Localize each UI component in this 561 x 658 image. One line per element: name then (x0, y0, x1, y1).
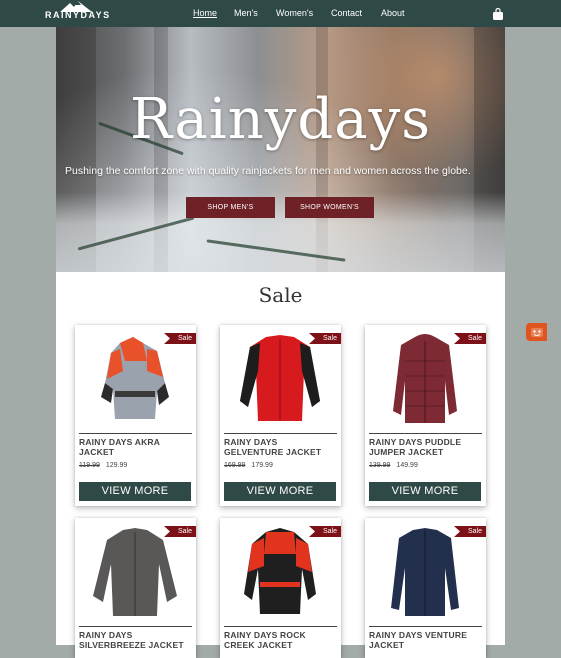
product-image-navy-jacket (391, 528, 459, 616)
product-card[interactable]: Sale RAINY DAYS ROCK CREEK JACKET (220, 518, 341, 658)
shop-mens-button[interactable]: SHOP MEN'S (186, 197, 275, 218)
nav-link-womens[interactable]: Women's (276, 8, 313, 18)
view-more-button[interactable]: VIEW MORE (79, 482, 191, 501)
product-card[interactable]: Sale RAINY DAYS GELVENTURE JACKET 169.99… (220, 325, 341, 506)
shopping-bag-icon[interactable] (492, 7, 504, 20)
card-divider (369, 626, 482, 627)
sale-price: 179.99 (251, 462, 273, 469)
product-name: RAINY DAYS VENTURE JACKET (369, 630, 468, 650)
hero-bg-snow (56, 192, 505, 272)
sale-price: 149.99 (396, 462, 418, 469)
card-divider (79, 433, 192, 434)
product-card[interactable]: Sale RAINY DAYS SILVERBREEZE JACKET (75, 518, 196, 658)
nav-link-home[interactable]: Home (193, 8, 217, 18)
product-name: RAINY DAYS AKRA JACKET (79, 437, 160, 457)
hero-banner: Rainydays Pushing the comfort zone with … (56, 27, 505, 272)
product-image-orange-jacket (101, 337, 169, 419)
chat-widget-icon[interactable] (526, 323, 547, 341)
product-card[interactable]: Sale RAINY DAYS AKRA JACKET 119.99 129.99… (75, 325, 196, 506)
product-card[interactable]: Sale RAINY DAYS PUDDLE JUMPER JACKET 139… (365, 325, 486, 506)
old-price: 119.99 (79, 462, 100, 469)
product-card[interactable]: Sale RAINY DAYS VENTURE JACKET (365, 518, 486, 658)
product-price: 119.99 129.99 (79, 462, 127, 469)
view-more-button[interactable]: VIEW MORE (369, 482, 481, 501)
hero-title: Rainydays (129, 87, 432, 152)
old-price: 169.99 (224, 462, 246, 469)
product-image-grey-jacket (93, 528, 177, 616)
nav-link-mens[interactable]: Men's (234, 8, 258, 18)
shop-womens-button[interactable]: SHOP WOMEN'S (285, 197, 374, 218)
product-image-red-jacket (240, 335, 320, 421)
product-name: RAINY DAYS ROCK CREEK JACKET (224, 630, 306, 650)
sale-section: Sale Sale RAINY DAYS AKRA JACKET 119.99 1… (56, 272, 505, 658)
product-price: 139.99 149.99 (369, 462, 418, 469)
product-name: RAINY DAYS GELVENTURE JACKET (224, 437, 322, 457)
nav-link-about[interactable]: About (381, 8, 405, 18)
card-divider (79, 626, 192, 627)
product-name: RAINY DAYS PUDDLE JUMPER JACKET (369, 437, 462, 457)
sale-price: 129.99 (105, 462, 128, 469)
product-image-offshore-jacket (244, 528, 316, 614)
product-name: RAINY DAYS SILVERBREEZE JACKET (79, 630, 184, 650)
view-more-button[interactable]: VIEW MORE (224, 482, 336, 501)
hero-subtitle: Pushing the comfort zone with quality ra… (65, 165, 471, 177)
old-price: 139.99 (369, 462, 391, 469)
card-divider (224, 626, 337, 627)
nav-link-contact[interactable]: Contact (331, 8, 362, 18)
card-divider (224, 433, 337, 434)
site-header: RAINYDAYS Home Men's Women's Contact Abo… (0, 0, 561, 27)
product-price: 169.99 179.99 (224, 462, 273, 469)
main-nav: Home Men's Women's Contact About (0, 8, 561, 22)
product-image-burgundy-jacket (393, 334, 457, 423)
sale-heading: Sale (258, 283, 303, 307)
card-divider (369, 433, 482, 434)
